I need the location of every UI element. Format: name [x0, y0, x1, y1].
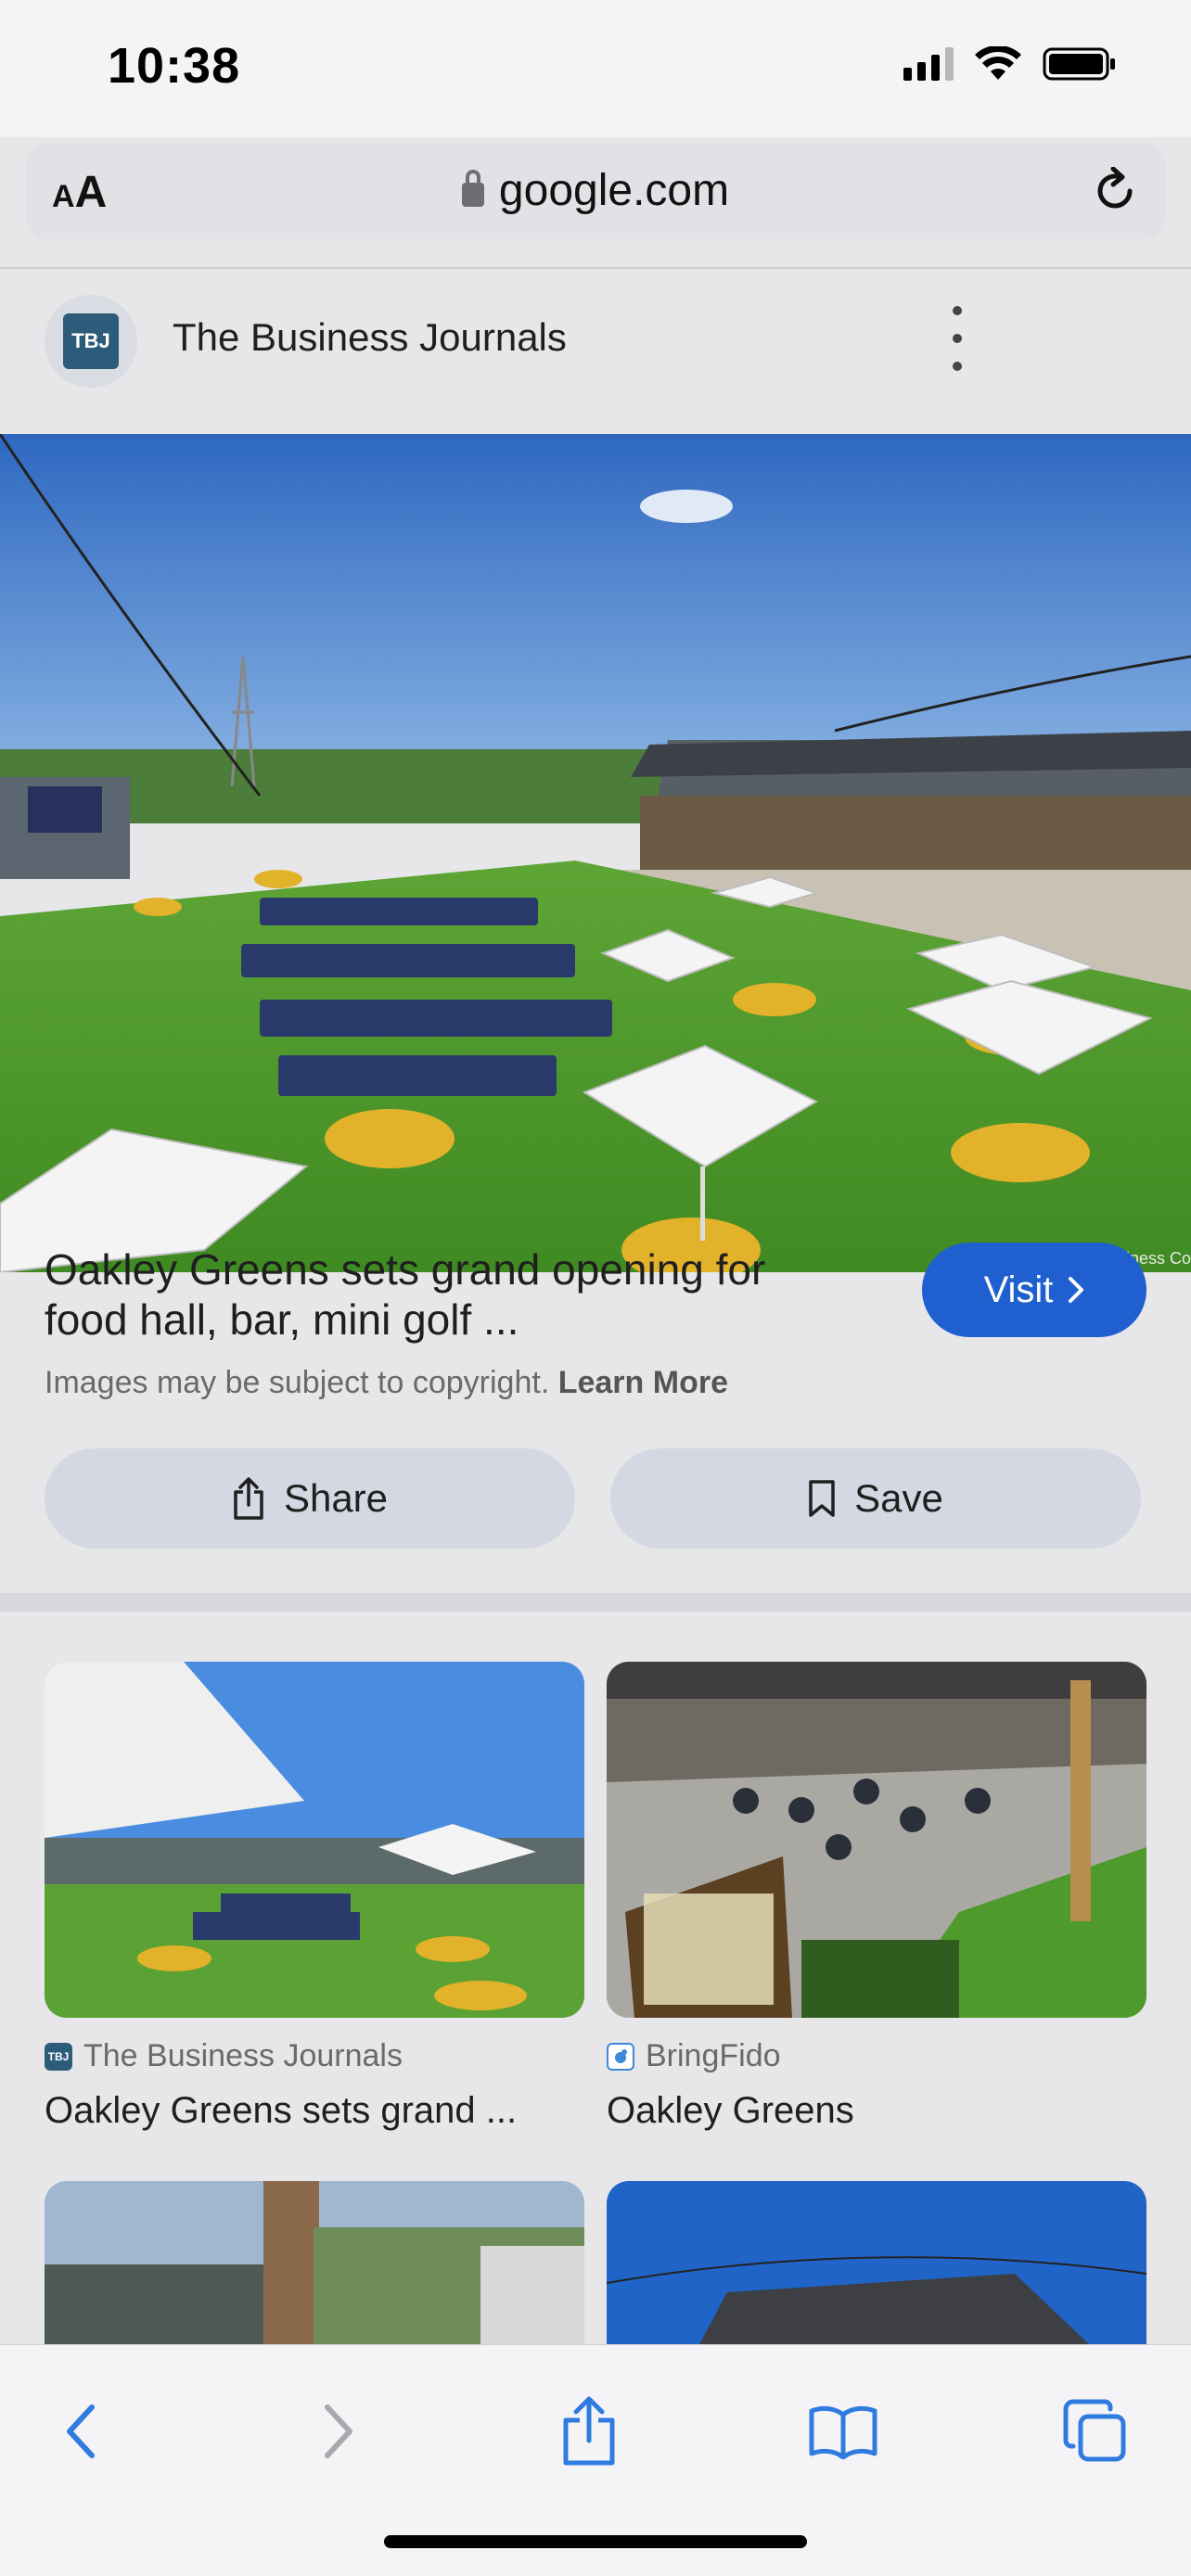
chevron-right-icon [1069, 1277, 1084, 1303]
visit-label: Visit [983, 1269, 1054, 1310]
related-source-name-1: The Business Journals [83, 2038, 403, 2073]
source-header: TBJ The Business Journals [0, 269, 1191, 434]
related-image-3[interactable] [45, 2181, 584, 2344]
result-title-line1[interactable]: Oakley Greens sets grand opening for [45, 1244, 765, 1294]
related-source-name-2: BringFido [646, 2038, 781, 2073]
related-image-2[interactable] [607, 1662, 1146, 2018]
copyright-text: Images may be subject to copyright. [45, 1365, 550, 1400]
share-icon [234, 1477, 263, 1520]
tbj-logo: TBJ [63, 313, 119, 369]
tabs-button[interactable] [1054, 2390, 1137, 2473]
bookmark-icon [809, 1480, 835, 1517]
reload-icon[interactable] [1091, 167, 1139, 215]
chevron-left-icon [67, 2404, 95, 2458]
dog-icon [607, 2042, 634, 2071]
share-icon [563, 2396, 615, 2466]
tbj-favicon: TBJ [45, 2042, 72, 2071]
related-title-1[interactable]: Oakley Greens sets grand ... [45, 2090, 583, 2132]
result-title-line2[interactable]: food hall, bar, mini golf ... [45, 1294, 519, 1345]
related-source-1[interactable]: TBJ The Business Journals [45, 2038, 403, 2074]
chevron-right-icon [325, 2404, 352, 2458]
address-bar[interactable]: AA google.com [26, 143, 1165, 239]
bookmarks-button[interactable] [801, 2390, 885, 2473]
section-divider [0, 1593, 1191, 1612]
share-button[interactable]: Share [45, 1448, 575, 1549]
learn-more-link[interactable]: Learn More [558, 1365, 728, 1400]
related-image-4[interactable] [607, 2181, 1146, 2344]
copyright-notice: Images may be subject to copyright. Lear… [45, 1365, 728, 1401]
url-text: google.com [498, 166, 730, 215]
hero-image[interactable]: Image: Cincinnati Business Co [0, 434, 1191, 1272]
source-avatar[interactable]: TBJ [45, 295, 137, 388]
lock-icon [461, 170, 484, 207]
related-source-2[interactable]: BringFido [607, 2038, 781, 2074]
url-display[interactable]: google.com [26, 165, 1165, 216]
back-button[interactable] [39, 2390, 122, 2473]
cellular-signal-icon [903, 47, 954, 81]
share-page-button[interactable] [547, 2390, 631, 2473]
wifi-icon [975, 46, 1021, 80]
related-image-1[interactable] [45, 1662, 584, 2018]
forward-button[interactable] [297, 2390, 380, 2473]
book-icon [809, 2405, 877, 2459]
more-options-icon[interactable] [946, 306, 968, 371]
battery-icon [1043, 47, 1115, 81]
status-time: 10:38 [108, 38, 241, 94]
status-bar: 10:38 [0, 0, 1191, 137]
related-title-2[interactable]: Oakley Greens [607, 2090, 1145, 2132]
share-label: Share [283, 1476, 389, 1520]
save-button[interactable]: Save [610, 1448, 1141, 1549]
source-name[interactable]: The Business Journals [173, 315, 567, 360]
save-label: Save [854, 1476, 943, 1520]
tabs-icon [1063, 2399, 1126, 2462]
home-indicator[interactable] [384, 2535, 807, 2548]
visit-button[interactable]: Visit [922, 1243, 1146, 1337]
status-icons [903, 46, 1117, 82]
